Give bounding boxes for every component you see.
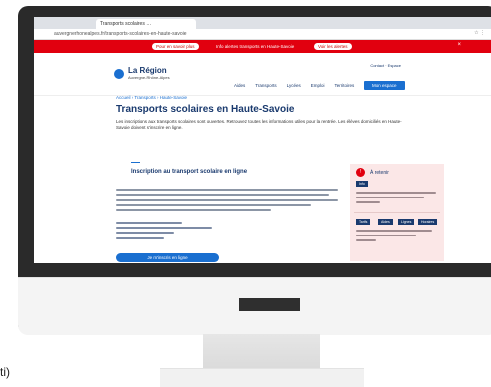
monitor-chin — [18, 277, 491, 335]
sidebar-text-2 — [356, 230, 436, 244]
monitor-stand-foot — [160, 368, 364, 387]
main-nav: Aides Transports Lycées Emploi Territoir… — [234, 83, 354, 88]
section-title: Inscription au transport scolaire en lig… — [131, 169, 248, 175]
info-icon: ! — [356, 168, 365, 177]
sidebar-tag[interactable]: Horaires — [418, 219, 438, 225]
sidebar-divider — [354, 212, 440, 213]
page-title: Transports scolaires en Haute-Savoie — [116, 104, 295, 115]
sidebar-tag[interactable]: Lignes — [398, 219, 415, 225]
utility-links[interactable]: Contact · Espace — [370, 63, 401, 68]
browser-tab[interactable]: Transports scolaires … — [96, 19, 196, 29]
nav-item[interactable]: Aides — [234, 83, 245, 88]
alert-text: Info alertes transports en Haute-Savoie — [216, 44, 295, 49]
link-list — [116, 222, 236, 242]
nav-cta-button[interactable]: Mon espace — [364, 81, 405, 90]
register-online-button[interactable]: Je m'inscris en ligne — [116, 253, 219, 262]
logo-name: La Région — [128, 66, 167, 75]
browser-controls[interactable]: ☆ ⋮ — [474, 30, 485, 36]
sidebar-text — [356, 192, 436, 206]
info-sidebar: ! À retenir Info Tarifs Aides Lignes Hor… — [350, 164, 444, 261]
sidebar-badge[interactable]: Info — [356, 181, 368, 187]
screen: Transports scolaires … auvergnerhonealpe… — [34, 17, 491, 263]
site-logo[interactable]: La Région Auvergne-Rhône-Alpes — [114, 67, 170, 80]
section-rule — [131, 162, 140, 163]
sidebar-title: À retenir — [370, 170, 389, 176]
nav-item[interactable]: Transports — [255, 83, 276, 88]
browser-tabstrip: Transports scolaires … — [34, 17, 491, 29]
page-intro: Les inscriptions aux transports scolaire… — [116, 119, 402, 130]
alert-banner: Pour en savoir plus Info alertes transpo… — [34, 40, 491, 53]
monitor-stand-neck — [203, 334, 320, 370]
address-bar[interactable]: auvergnerhonealpes.fr/transports-scolair… — [34, 29, 491, 40]
breadcrumb[interactable]: Accueil › Transports › Haute-Savoie — [116, 95, 187, 100]
logo-subtitle: Auvergne-Rhône-Alpes — [128, 75, 170, 80]
address-url[interactable]: auvergnerhonealpes.fr/transports-scolair… — [54, 31, 434, 37]
sidebar-tag[interactable]: Tarifs — [356, 219, 371, 225]
site-header: La Région Auvergne-Rhône-Alpes Contact ·… — [34, 53, 491, 96]
sidebar-tag[interactable]: Aides — [378, 219, 393, 225]
caption-text: ti) — [0, 365, 10, 379]
alert-left-pill[interactable]: Pour en savoir plus — [152, 43, 199, 50]
alert-right-pill[interactable]: Voir les alertes — [314, 43, 352, 50]
nav-item[interactable]: Territoires — [334, 83, 354, 88]
logo-mark-icon — [114, 68, 124, 79]
monitor-logo — [239, 298, 300, 311]
close-icon[interactable]: × — [457, 42, 461, 48]
body-text-lines — [116, 189, 338, 214]
nav-item[interactable]: Lycées — [287, 83, 301, 88]
nav-item[interactable]: Emploi — [311, 83, 325, 88]
